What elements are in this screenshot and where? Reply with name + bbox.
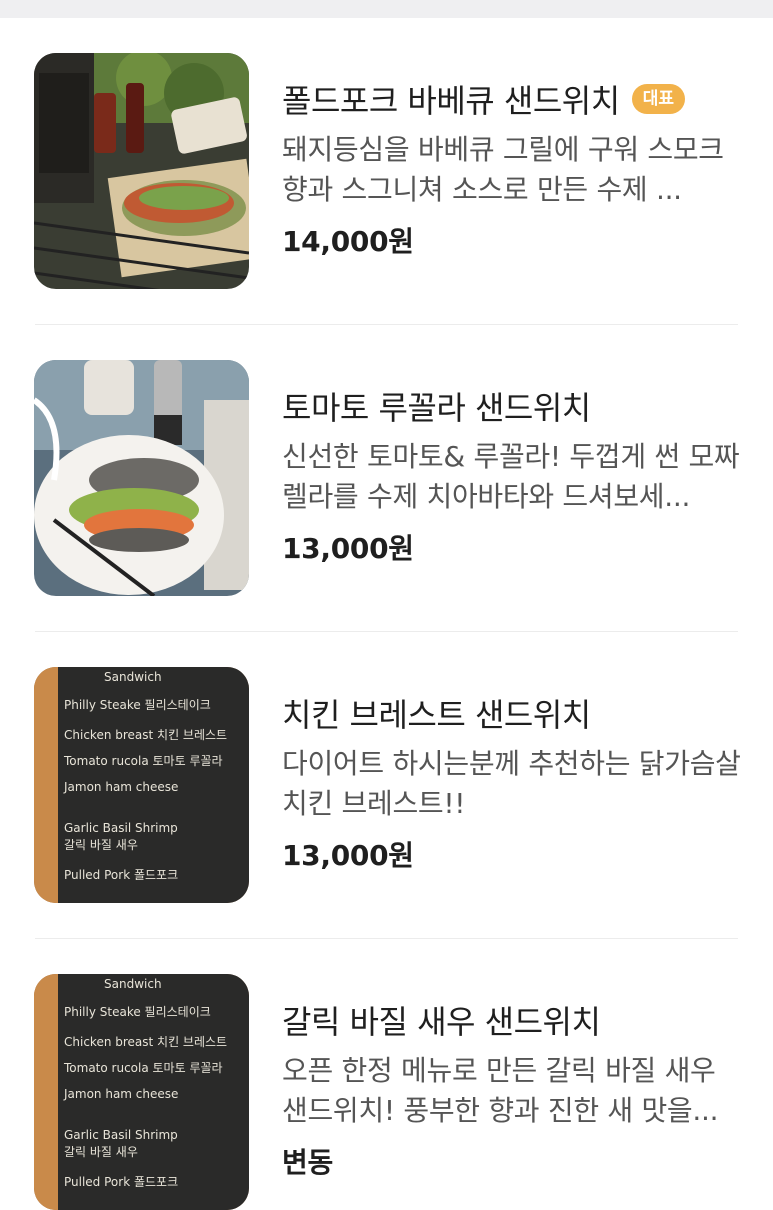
menu-item-info: 갈릭 바질 새우 샌드위치 오픈 한정 메뉴로 만든 갈릭 바질 새우 샌드위치… (282, 995, 742, 1181)
chalkboard-line: Tomato rucola 토마토 루꼴라 (63, 754, 223, 768)
menu-item-title-row: 토마토 루꼴라 샌드위치 (282, 381, 742, 431)
menu-item-price: 13,000원 (282, 532, 414, 565)
chalkboard-line: Garlic Basil Shrimp (64, 1128, 178, 1142)
menu-item-title-row: 갈릭 바질 새우 샌드위치 (282, 995, 742, 1045)
chalkboard-menu-photo-icon: Sandwich Philly Steake 필리스테이크 Chicken br… (34, 974, 249, 1210)
menu-item-tomato-rucola[interactable]: 토마토 루꼴라 샌드위치 신선한 토마토& 루꼴라! 두껍게 썬 모짜렐라를 수… (0, 325, 773, 632)
menu-item-title-row: 폴드포크 바베큐 샌드위치 대표 (282, 74, 742, 124)
menu-item-description: 오픈 한정 메뉴로 만든 갈릭 바질 새우 샌드위치! 풍부한 향과 진한 새 … (282, 1054, 719, 1127)
chalkboard-heading: Sandwich (104, 670, 162, 684)
chalkboard-line: Philly Steake 필리스테이크 (64, 1005, 211, 1019)
menu-item-pulled-pork[interactable]: 폴드포크 바베큐 샌드위치 대표 돼지등심을 바베큐 그릴에 구워 스모크 향과… (0, 18, 773, 325)
menu-item-description: 다이어트 하시는분께 추천하는 닭가슴살 치킨 브레스트!! (282, 747, 741, 820)
chalkboard-line: Garlic Basil Shrimp (64, 821, 178, 835)
chalkboard-menu-photo-icon: Sandwich Philly Steake 필리스테이크 Chicken br… (34, 667, 249, 903)
top-separator-band (0, 0, 773, 18)
menu-item-garlic-basil-shrimp[interactable]: Sandwich Philly Steake 필리스테이크 Chicken br… (0, 939, 773, 1210)
chalkboard-line: 갈릭 바질 새우 (64, 1145, 138, 1159)
chalkboard-line: Chicken breast 치킨 브레스트 (64, 728, 227, 742)
bbq-sandwich-photo-icon (34, 53, 249, 289)
menu-item-chicken-breast[interactable]: Sandwich Philly Steake 필리스테이크 Chicken br… (0, 632, 773, 939)
chalkboard-line: Jamon ham cheese (63, 780, 178, 794)
menu-list: 폴드포크 바베큐 샌드위치 대표 돼지등심을 바베큐 그릴에 구워 스모크 향과… (0, 18, 773, 1210)
chalkboard-line: Chicken breast 치킨 브레스트 (64, 1035, 227, 1049)
tomato-sandwich-photo-icon (34, 360, 249, 596)
menu-item-title: 폴드포크 바베큐 샌드위치 (282, 82, 620, 120)
menu-item-info: 토마토 루꼴라 샌드위치 신선한 토마토& 루꼴라! 두껍게 썬 모짜렐라를 수… (282, 381, 742, 567)
menu-item-description: 돼지등심을 바베큐 그릴에 구워 스모크 향과 스그니쳐 소스로 만든 수제 .… (282, 133, 724, 206)
chalkboard-line: Jamon ham cheese (63, 1087, 178, 1101)
menu-item-price: 13,000원 (282, 839, 414, 872)
menu-item-description: 신선한 토마토& 루꼴라! 두껍게 썬 모짜렐라를 수제 치아바타와 드셔보세.… (282, 440, 740, 513)
menu-item-photo[interactable] (34, 360, 249, 596)
menu-item-title: 치킨 브레스트 샌드위치 (282, 696, 591, 734)
chalkboard-line: Pulled Pork 폴드포크 (64, 1175, 178, 1189)
menu-item-photo[interactable]: Sandwich Philly Steake 필리스테이크 Chicken br… (34, 667, 249, 903)
chalkboard-line: Philly Steake 필리스테이크 (64, 698, 211, 712)
menu-item-photo[interactable]: Sandwich Philly Steake 필리스테이크 Chicken br… (34, 974, 249, 1210)
menu-item-photo[interactable] (34, 53, 249, 289)
menu-item-title: 갈릭 바질 새우 샌드위치 (282, 1003, 601, 1041)
menu-item-price: 변동 (282, 1146, 333, 1179)
chalkboard-line: Tomato rucola 토마토 루꼴라 (63, 1061, 223, 1075)
menu-item-info: 치킨 브레스트 샌드위치 다이어트 하시는분께 추천하는 닭가슴살 치킨 브레스… (282, 688, 742, 874)
chalkboard-line: 갈릭 바질 새우 (64, 838, 138, 852)
signature-badge: 대표 (631, 84, 685, 114)
menu-item-info: 폴드포크 바베큐 샌드위치 대표 돼지등심을 바베큐 그릴에 구워 스모크 향과… (282, 74, 742, 260)
menu-item-title: 토마토 루꼴라 샌드위치 (282, 389, 591, 427)
chalkboard-heading: Sandwich (104, 977, 162, 991)
menu-item-price: 14,000원 (282, 225, 414, 258)
chalkboard-line: Pulled Pork 폴드포크 (64, 868, 178, 882)
menu-item-title-row: 치킨 브레스트 샌드위치 (282, 688, 742, 738)
